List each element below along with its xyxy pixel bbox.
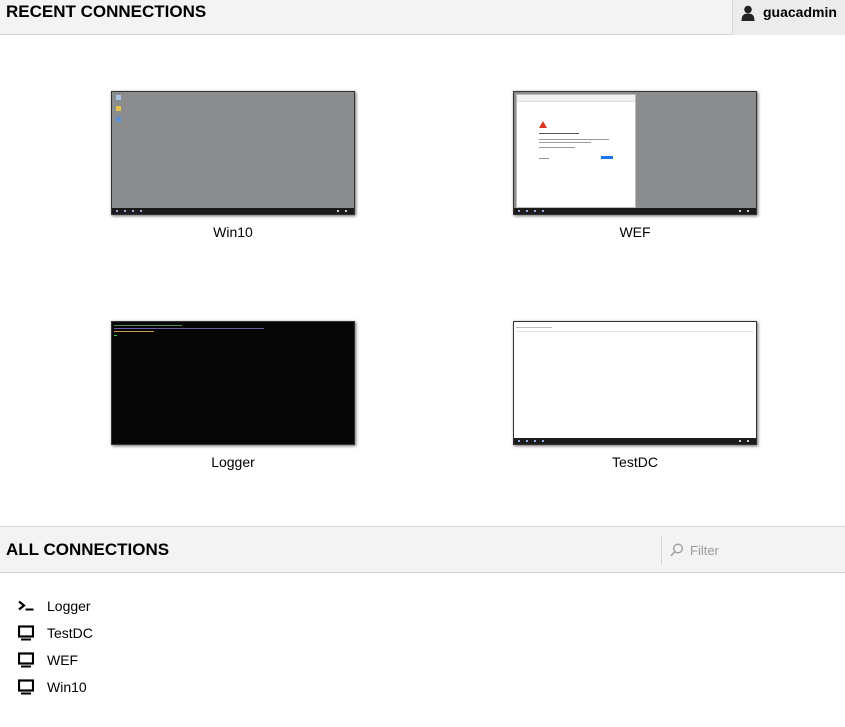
- user-menu[interactable]: guacadmin: [732, 0, 845, 35]
- recent-tile-label: Logger: [211, 454, 255, 470]
- app-icon: [116, 117, 121, 122]
- username: guacadmin: [763, 4, 837, 20]
- testdc-thumbnail: [513, 321, 757, 445]
- logger-thumbnail: [111, 321, 355, 445]
- taskbar: [112, 208, 354, 214]
- connection-item-wef[interactable]: WEF: [18, 646, 93, 673]
- connection-item-testdc[interactable]: TestDC: [18, 619, 93, 646]
- recent-tile-wef[interactable]: WEF: [513, 91, 757, 240]
- connection-name: WEF: [47, 651, 79, 668]
- warning-icon: [539, 121, 547, 128]
- recent-tile-label: WEF: [619, 224, 651, 240]
- connection-item-logger[interactable]: Logger: [18, 592, 93, 619]
- connection-item-win10[interactable]: Win10: [18, 673, 93, 700]
- connection-list: Logger TestDC WEF Win10: [18, 592, 93, 700]
- connection-name: Win10: [47, 678, 87, 695]
- taskbar: [514, 438, 756, 444]
- recent-tile-logger[interactable]: Logger: [111, 321, 355, 470]
- filter-box: [661, 535, 845, 565]
- connection-name: TestDC: [47, 624, 93, 641]
- wef-thumbnail: [513, 91, 757, 215]
- taskbar: [514, 208, 756, 214]
- desktop-icon: [18, 651, 34, 667]
- recent-connections-header: RECENT CONNECTIONS guacadmin: [0, 0, 845, 35]
- advanced-button: [601, 156, 613, 159]
- desktop-icon: [18, 624, 34, 640]
- recent-connections-title: RECENT CONNECTIONS: [6, 2, 207, 21]
- recent-tile-label: Win10: [213, 224, 253, 240]
- desktop-icon: [18, 678, 34, 694]
- filter-input[interactable]: [690, 542, 840, 558]
- search-icon: [670, 543, 683, 557]
- win10-thumbnail: [111, 91, 355, 215]
- connection-name: Logger: [47, 597, 91, 614]
- terminal-icon: [18, 600, 34, 610]
- recycle-bin-icon: [116, 95, 121, 100]
- recent-tile-label: TestDC: [612, 454, 658, 470]
- recent-tile-testdc[interactable]: TestDC: [513, 321, 757, 470]
- browser-window: [516, 94, 636, 208]
- all-connections-title: ALL CONNECTIONS: [6, 540, 170, 559]
- all-connections-header: ALL CONNECTIONS: [0, 526, 845, 573]
- recent-tile-win10[interactable]: Win10: [111, 91, 355, 240]
- folder-icon: [116, 106, 121, 111]
- user-icon: [741, 5, 755, 21]
